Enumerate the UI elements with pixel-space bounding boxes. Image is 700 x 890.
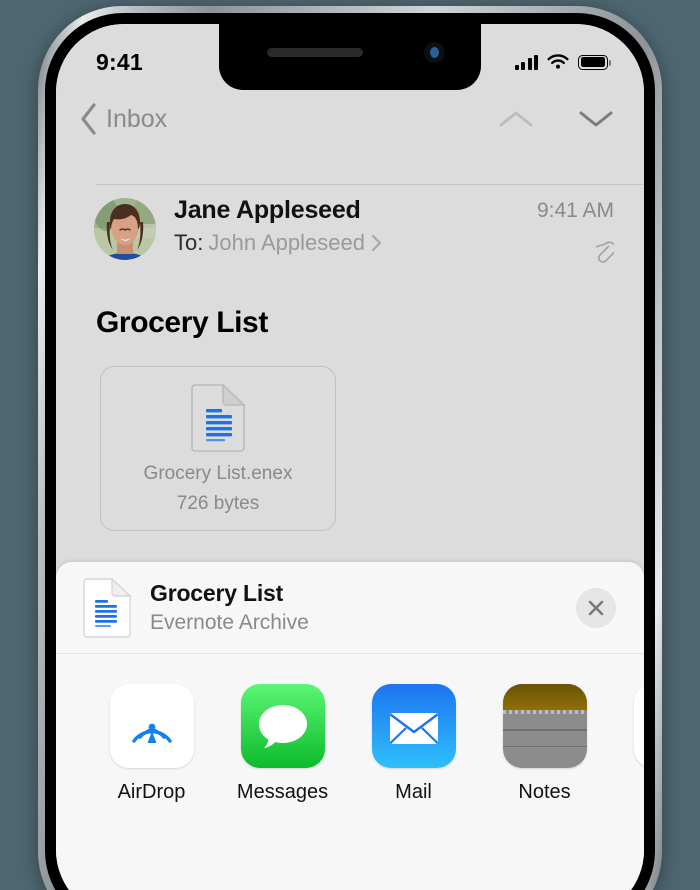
close-icon — [588, 600, 604, 615]
navigation-bar: Inbox — [56, 90, 644, 148]
sender-avatar-photo — [94, 198, 156, 260]
wifi-icon — [547, 53, 569, 69]
share-sheet: Grocery List Evernote Archive AirDrop Me… — [56, 562, 644, 890]
email-header: Jane Appleseed To: John Appleseed 9:41 A… — [94, 196, 620, 270]
app-tile — [109, 684, 194, 768]
attachment-filename: Grocery List.enex — [143, 463, 293, 484]
share-item-subtitle: Evernote Archive — [150, 611, 309, 634]
chevron-up-icon[interactable] — [496, 107, 536, 131]
recipient-row[interactable]: To: John Appleseed — [174, 230, 383, 256]
to-label: To: — [174, 230, 204, 255]
share-app-messages[interactable]: Messages — [217, 684, 348, 804]
attachment-filesize: 726 bytes — [176, 493, 260, 514]
chevron-left-icon — [81, 103, 96, 135]
share-app-notes[interactable]: Notes — [479, 684, 610, 804]
attachment-card[interactable]: Grocery List.enex 726 bytes — [100, 366, 336, 531]
avatar[interactable] — [94, 198, 156, 260]
app-tile — [240, 684, 325, 768]
back-to-inbox-button[interactable]: Inbox — [78, 102, 167, 136]
cellular-signal-icon — [514, 54, 538, 70]
email-timestamp: 9:41 AM — [536, 199, 614, 222]
status-bar-indicators — [514, 53, 611, 71]
share-app-row: AirDrop Messages Mail Notes — [56, 654, 644, 804]
app-tile — [633, 684, 644, 768]
page-title: Grocery List — [96, 306, 268, 339]
share-app-mail[interactable]: Mail — [348, 684, 479, 804]
notes-rule — [502, 745, 587, 747]
app-tile — [502, 684, 587, 768]
earpiece-speaker-icon — [267, 48, 363, 57]
paperclip-icon — [595, 241, 614, 263]
status-bar-time: 9:41 — [96, 48, 143, 75]
notes-perforation — [502, 710, 587, 714]
screenshot-root: 9:41 Inbox Jane Appleseed To: John Apple… — [0, 0, 700, 890]
sender-name: Jane Appleseed — [174, 196, 361, 224]
share-app-airdrop[interactable]: AirDrop — [86, 684, 217, 804]
app-tile — [371, 684, 456, 768]
share-item-title: Grocery List — [150, 580, 284, 606]
share-app-partial[interactable] — [610, 684, 644, 781]
chevron-down-icon[interactable] — [576, 107, 616, 131]
notes-icon — [502, 684, 587, 710]
app-label: Mail — [395, 781, 432, 803]
mail-icon — [389, 713, 438, 744]
app-label: AirDrop — [117, 781, 186, 803]
document-icon — [191, 383, 246, 452]
header-divider — [96, 184, 644, 185]
app-label: Messages — [236, 781, 329, 803]
phone-screen: 9:41 Inbox Jane Appleseed To: John Apple… — [56, 24, 644, 890]
close-button[interactable] — [576, 587, 616, 628]
battery-icon — [578, 54, 611, 70]
message-navigation-controls — [496, 107, 616, 131]
share-item-info: Grocery List Evernote Archive — [150, 580, 576, 635]
share-sheet-header: Grocery List Evernote Archive — [56, 562, 644, 654]
chevron-right-icon — [371, 234, 382, 252]
messages-icon — [258, 705, 307, 749]
notch — [219, 24, 481, 90]
sender-info: Jane Appleseed To: John Appleseed — [174, 196, 383, 256]
notes-rule — [502, 729, 587, 731]
airdrop-icon — [131, 723, 172, 743]
back-button-label: Inbox — [106, 104, 168, 133]
document-icon — [83, 577, 132, 638]
app-label: Notes — [518, 781, 571, 803]
front-camera-icon — [424, 42, 445, 63]
recipient-name: John Appleseed — [208, 230, 365, 255]
